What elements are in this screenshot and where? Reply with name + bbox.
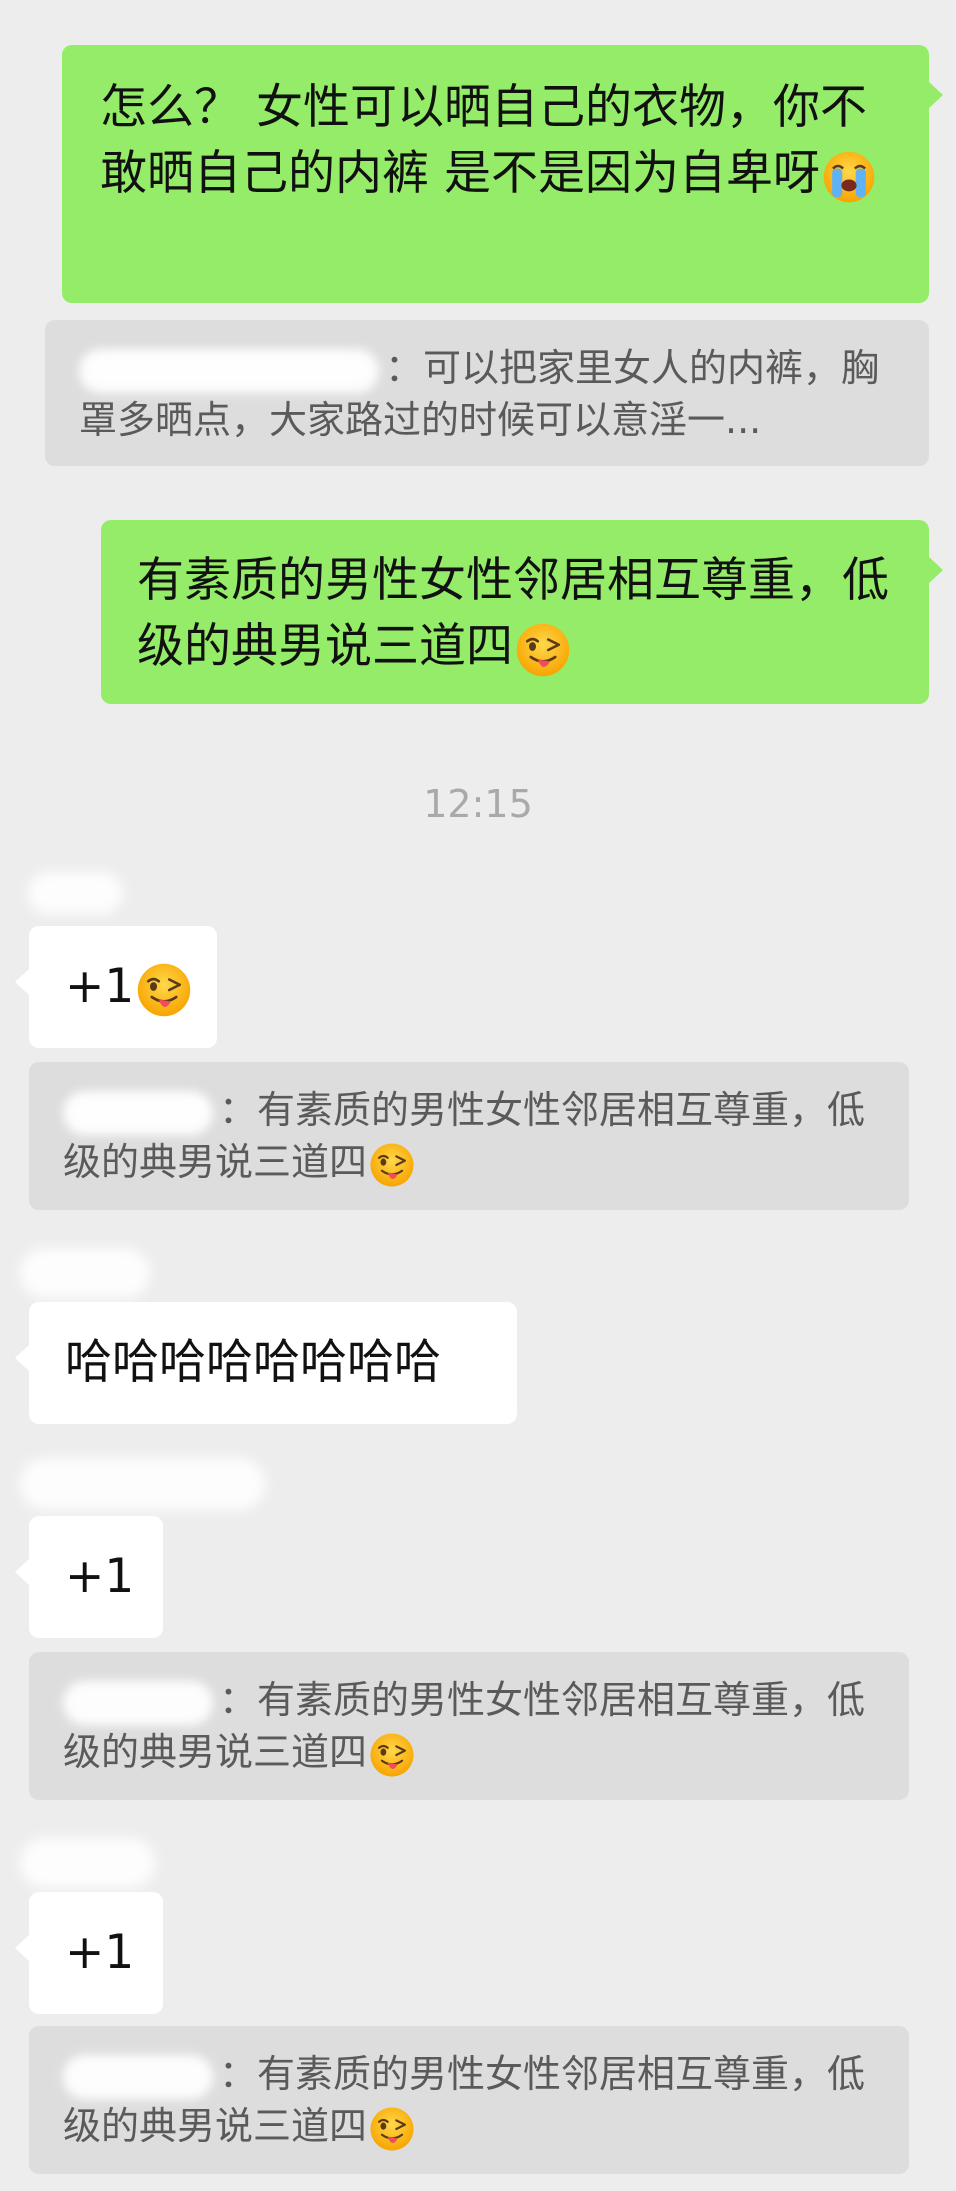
received-message-4[interactable]: +1	[15, 1892, 163, 2014]
quoted-message-1[interactable]: ：可以把家里女人的内裤，胸罩多晒点，大家路过的时候可以意淫一...	[45, 320, 929, 466]
blurred-avatar-name	[20, 1248, 150, 1298]
message-text: +1	[65, 1925, 135, 1980]
quoted-message-3[interactable]: ：有素质的男性女性邻居相互尊重，低级的典男说三道四	[29, 1652, 909, 1800]
message-text: 哈哈哈哈哈哈哈哈	[65, 1335, 441, 1390]
sent-message-2[interactable]: 有素质的男性女性邻居相互尊重，低级的典男说三道四	[101, 520, 943, 704]
timestamp: 12:15	[423, 782, 533, 826]
blurred-sender-name	[63, 1090, 213, 1135]
message-text: 有素质的男性女性邻居相互尊重，低级的典男说三道四	[137, 553, 889, 674]
blurred-avatar-name	[28, 872, 123, 914]
quoted-message-4[interactable]: ：有素质的男性女性邻居相互尊重，低级的典男说三道四	[29, 2026, 909, 2174]
loudly-crying-face-icon	[822, 150, 876, 204]
message-text: +1	[65, 959, 135, 1014]
blurred-avatar-name	[20, 1458, 265, 1510]
winking-face-with-tongue-icon	[515, 622, 571, 678]
blurred-sender-name	[63, 2054, 213, 2099]
message-text: +1	[65, 1549, 135, 1604]
winking-face-with-tongue-icon	[136, 962, 192, 1018]
winking-face-with-tongue-icon	[369, 2106, 415, 2152]
winking-face-with-tongue-icon	[369, 1142, 415, 1188]
quoted-message-2[interactable]: ：有素质的男性女性邻居相互尊重，低级的典男说三道四	[29, 1062, 909, 1210]
blurred-sender-name	[63, 1680, 213, 1725]
received-message-3[interactable]: +1	[15, 1516, 163, 1638]
sent-message-1[interactable]: 怎么？ 女性可以晒自己的衣物，你不敢晒自己的内裤 是不是因为自卑呀	[62, 45, 943, 303]
message-text: 怎么？ 女性可以晒自己的衣物，你不敢晒自己的内裤 是不是因为自卑呀	[100, 80, 867, 201]
blurred-sender-name	[79, 348, 379, 393]
winking-face-with-tongue-icon	[369, 1732, 415, 1778]
received-message-1[interactable]: +1	[15, 926, 217, 1048]
blurred-avatar-name	[20, 1838, 155, 1888]
received-message-2[interactable]: 哈哈哈哈哈哈哈哈	[15, 1302, 517, 1424]
